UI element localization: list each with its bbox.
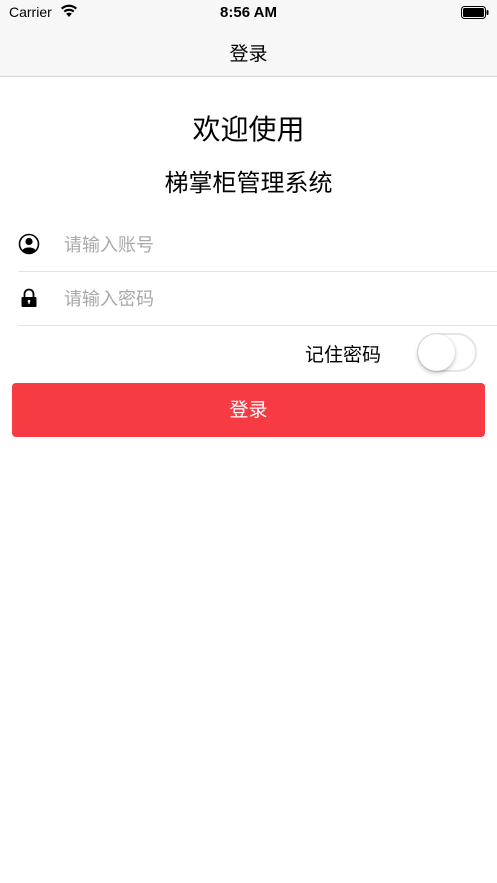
system-name-title: 梯掌柜管理系统 — [164, 169, 333, 197]
account-input[interactable] — [64, 228, 484, 262]
account-field-row — [18, 219, 497, 272]
toggle-knob — [418, 334, 455, 371]
login-button[interactable]: 登录 — [12, 383, 485, 437]
status-bar: Carrier 8:56 AM — [0, 0, 497, 26]
welcome-title: 欢迎使用 — [192, 113, 305, 146]
remember-password-label: 记住密码 — [305, 344, 382, 366]
password-input[interactable] — [64, 282, 484, 316]
navigation-bar: 登录 — [0, 26, 497, 77]
user-icon — [18, 233, 40, 255]
password-field-row — [18, 273, 497, 326]
remember-password-toggle[interactable] — [417, 333, 477, 372]
lock-icon — [21, 288, 37, 307]
battery-icon — [461, 6, 489, 19]
nav-title: 登录 — [229, 43, 268, 65]
status-time: 8:56 AM — [220, 4, 277, 21]
